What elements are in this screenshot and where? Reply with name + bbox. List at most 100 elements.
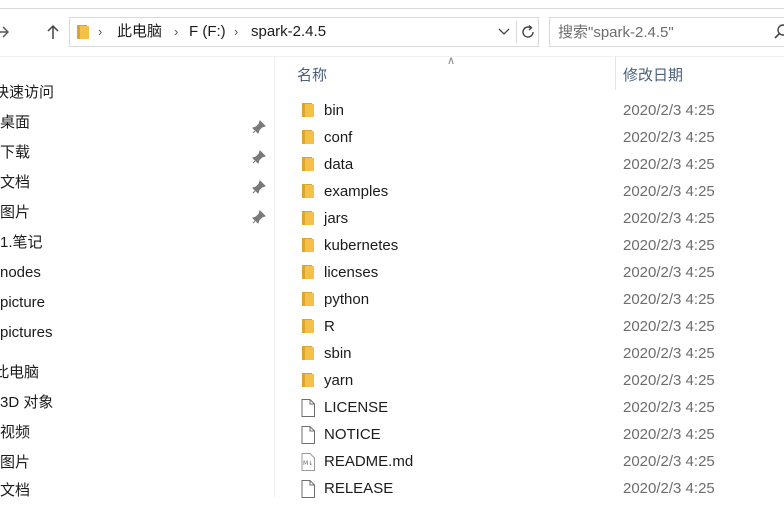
file-modified: 2020/2/3 4:25 (623, 291, 715, 308)
sidebar-item-documents[interactable]: 文档 (0, 169, 274, 197)
sort-ascending-icon: ∧ (447, 55, 456, 67)
breadcrumb-this-pc[interactable]: 此电脑 (117, 23, 162, 41)
file-name: python (324, 291, 370, 308)
chevron-right-icon[interactable]: › (174, 24, 178, 39)
folder-icon (301, 102, 315, 122)
sidebar-item-desktop[interactable]: 桌面 (0, 109, 274, 137)
markdown-file-icon: M↓ (301, 453, 315, 475)
sidebar-item-label: 下载 (0, 144, 31, 161)
list-item[interactable]: kubernetes 2020/2/3 4:25 (275, 233, 784, 260)
refresh-button[interactable] (516, 21, 539, 43)
sidebar-item-label: 快速访问 (0, 84, 55, 101)
folder-icon (301, 156, 315, 176)
folder-icon (301, 372, 315, 392)
folder-icon (301, 291, 315, 311)
column-header-modified[interactable]: 修改日期 (623, 64, 683, 85)
column-header-name[interactable]: 名称 (297, 64, 327, 85)
sidebar-item-pictures[interactable]: 图片 (0, 199, 274, 227)
file-name: kubernetes (324, 237, 399, 254)
sidebar-item-label: 文档 (0, 174, 31, 191)
list-item[interactable]: python 2020/2/3 4:25 (275, 287, 784, 314)
file-icon (301, 426, 315, 448)
search-input[interactable] (558, 22, 768, 42)
file-name: README.md (324, 453, 414, 470)
list-item[interactable]: yarn 2020/2/3 4:25 (275, 368, 784, 395)
sidebar-item-downloads[interactable]: 下载 (0, 139, 274, 167)
search-icon[interactable] (774, 23, 784, 45)
svg-text:M↓: M↓ (303, 460, 313, 467)
file-modified: 2020/2/3 4:25 (623, 426, 715, 443)
list-item[interactable]: R 2020/2/3 4:25 (275, 314, 784, 341)
list-item[interactable]: RELEASE 2020/2/3 4:25 (275, 476, 784, 503)
navigation-pane: 快速访问 桌面 下载 文档 图片 1.笔记 nodes picture pict… (0, 62, 274, 499)
address-history-dropdown[interactable] (498, 21, 510, 44)
folder-icon (301, 183, 315, 203)
file-name: licenses (324, 264, 379, 281)
up-button[interactable] (42, 20, 64, 44)
list-item[interactable]: LICENSE 2020/2/3 4:25 (275, 395, 784, 422)
file-modified: 2020/2/3 4:25 (623, 156, 715, 173)
file-icon (301, 480, 315, 502)
folder-icon (301, 210, 315, 230)
file-modified: 2020/2/3 4:25 (623, 318, 715, 335)
refresh-icon (522, 24, 534, 38)
file-name: R (324, 318, 335, 335)
sidebar-item-label: picture (0, 294, 46, 311)
address-toolbar: › 此电脑 › F (F:) › spark-2.4.5 (0, 0, 784, 62)
sidebar-item-quick-access[interactable]: 快速访问 (0, 79, 274, 107)
sidebar-item-label: 桌面 (0, 114, 31, 131)
file-modified: 2020/2/3 4:25 (623, 399, 715, 416)
file-name: LICENSE (324, 399, 389, 416)
sidebar-item-pc-pictures[interactable]: 图片 (0, 449, 274, 477)
breadcrumb-spark[interactable]: spark-2.4.5 (251, 23, 326, 41)
list-item[interactable]: NOTICE 2020/2/3 4:25 (275, 422, 784, 449)
file-modified: 2020/2/3 4:25 (623, 183, 715, 200)
sidebar-item-pictures-folder[interactable]: pictures (0, 319, 274, 347)
file-name: examples (324, 183, 389, 200)
file-name: yarn (324, 372, 354, 389)
list-item[interactable]: data 2020/2/3 4:25 (275, 152, 784, 179)
address-bar[interactable]: › 此电脑 › F (F:) › spark-2.4.5 (69, 17, 539, 47)
list-item[interactable]: conf 2020/2/3 4:25 (275, 125, 784, 152)
sidebar-item-notes[interactable]: 1.笔记 (0, 229, 274, 257)
chevron-right-icon[interactable]: › (234, 24, 238, 39)
file-modified: 2020/2/3 4:25 (623, 264, 715, 281)
folder-icon (76, 24, 90, 44)
forward-button[interactable] (0, 20, 14, 44)
column-divider[interactable] (615, 56, 616, 90)
sidebar-item-label: 图片 (0, 204, 31, 221)
sidebar-item-label: pictures (0, 324, 53, 341)
file-icon (301, 399, 315, 421)
search-box[interactable] (549, 17, 784, 47)
sidebar-item-label: 此电脑 (0, 364, 40, 381)
list-item[interactable]: M↓ README.md 2020/2/3 4:25 (275, 449, 784, 476)
file-modified: 2020/2/3 4:25 (623, 102, 715, 119)
chevron-right-icon[interactable]: › (98, 24, 102, 39)
sidebar-item-nodes[interactable]: nodes (0, 259, 274, 287)
list-item[interactable]: bin 2020/2/3 4:25 (275, 98, 784, 125)
arrow-right-icon (0, 26, 9, 38)
folder-icon (301, 345, 315, 365)
file-name: data (324, 156, 354, 173)
file-name: NOTICE (324, 426, 381, 443)
list-item[interactable]: licenses 2020/2/3 4:25 (275, 260, 784, 287)
file-name: RELEASE (324, 480, 394, 497)
folder-icon (301, 129, 315, 149)
breadcrumb-drive-f[interactable]: F (F:) (189, 23, 226, 41)
sidebar-item-pc-documents[interactable]: 文档 (0, 477, 274, 505)
sidebar-item-3d-objects[interactable]: 3D 对象 (0, 389, 274, 417)
list-item[interactable]: examples 2020/2/3 4:25 (275, 179, 784, 206)
file-name: sbin (324, 345, 352, 362)
list-item[interactable]: sbin 2020/2/3 4:25 (275, 341, 784, 368)
sidebar-item-videos[interactable]: 视频 (0, 419, 274, 447)
folder-icon (301, 237, 315, 257)
sidebar-item-label: nodes (0, 264, 41, 281)
file-name: conf (324, 129, 353, 146)
sidebar-item-picture[interactable]: picture (0, 289, 274, 317)
sidebar-item-label: 文档 (0, 482, 31, 499)
folder-icon (301, 264, 315, 284)
list-item[interactable]: jars 2020/2/3 4:25 (275, 206, 784, 233)
sidebar-item-label: 图片 (0, 454, 31, 471)
sidebar-item-this-pc[interactable]: 此电脑 (0, 359, 274, 387)
file-modified: 2020/2/3 4:25 (623, 210, 715, 227)
